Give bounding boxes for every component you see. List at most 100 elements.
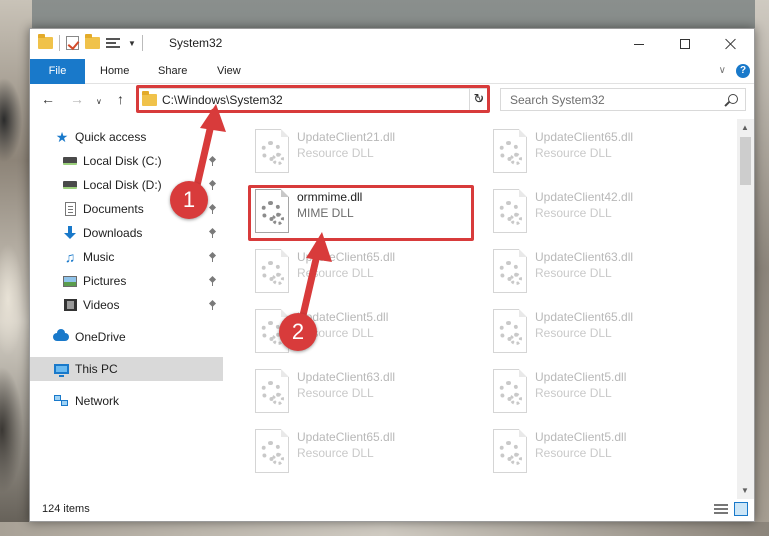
search-icon[interactable] — [728, 94, 738, 104]
dll-file-icon — [493, 129, 527, 173]
sidebar-item-pictures[interactable]: Pictures — [30, 269, 223, 293]
tab-file[interactable]: File — [30, 59, 85, 84]
tab-view[interactable]: View — [217, 59, 241, 84]
file-name: UpdateClient65.dll — [297, 430, 396, 444]
file-item[interactable]: UpdateClient65.dll Resource DLL — [251, 423, 481, 479]
window-title: System32 — [169, 36, 223, 50]
sidebar-item-music[interactable]: ♫ Music — [30, 245, 223, 269]
back-arrow-icon[interactable]: ← — [41, 91, 55, 107]
star-icon: ★ — [55, 128, 69, 145]
sidebar-item-local-disk-c[interactable]: Local Disk (C:) — [30, 149, 223, 173]
file-item[interactable]: UpdateClient42.dll Resource DLL — [489, 183, 719, 239]
pin-icon[interactable] — [209, 181, 217, 190]
file-highlight-box — [248, 185, 474, 241]
pc-icon — [53, 361, 69, 377]
file-item[interactable]: UpdateClient63.dll Resource DLL — [251, 363, 481, 419]
dll-file-icon — [493, 369, 527, 413]
up-arrow-icon[interactable]: ↑ — [117, 91, 124, 107]
network-icon — [53, 393, 69, 409]
file-item[interactable]: UpdateClient21.dll Resource DLL — [251, 123, 481, 179]
pin-icon[interactable] — [209, 301, 217, 310]
sidebar-item-this-pc[interactable]: This PC — [30, 357, 223, 381]
file-item[interactable]: UpdateClient65.dll Resource DLL — [489, 303, 719, 359]
documents-icon — [62, 201, 78, 217]
file-description: Resource DLL — [297, 146, 374, 160]
file-description: Resource DLL — [535, 266, 612, 280]
pin-icon[interactable] — [209, 205, 217, 214]
dll-file-icon — [255, 129, 289, 173]
dll-file-icon — [255, 429, 289, 473]
wallpaper-left — [0, 0, 32, 536]
maximize-button[interactable] — [662, 29, 708, 59]
title-bar: ▼ System32 — [30, 29, 754, 59]
file-name: UpdateClient63.dll — [535, 250, 634, 264]
dll-file-icon — [493, 309, 527, 353]
explorer-window: ▼ System32 File Home Share View ∨ ? ← → … — [29, 28, 755, 522]
file-description: Resource DLL — [535, 146, 612, 160]
scroll-down-icon[interactable]: ▼ — [741, 486, 749, 495]
address-highlight-box — [136, 85, 490, 113]
quick-access-toolbar: ▼ — [38, 34, 143, 51]
sidebar-item-onedrive[interactable]: OneDrive — [30, 325, 223, 349]
file-item[interactable]: UpdateClient63.dll Resource DLL — [489, 243, 719, 299]
tab-share[interactable]: Share — [158, 59, 187, 84]
expand-ribbon-icon[interactable]: ∨ — [719, 65, 726, 76]
dll-file-icon — [255, 249, 289, 293]
file-item[interactable]: UpdateClient65.dll Resource DLL — [251, 243, 481, 299]
minimize-button[interactable] — [616, 29, 662, 59]
maximize-icon — [680, 39, 690, 49]
forward-arrow-icon[interactable]: → — [70, 91, 84, 107]
minimize-icon — [634, 43, 644, 45]
tab-home[interactable]: Home — [100, 59, 129, 84]
customize-toolbar-icon[interactable] — [106, 37, 122, 50]
music-icon: ♫ — [64, 249, 76, 265]
search-input[interactable]: Search System32 — [500, 88, 746, 111]
drive-icon — [62, 153, 78, 169]
file-name: UpdateClient21.dll — [297, 130, 396, 144]
qat-dropdown-icon[interactable]: ▼ — [128, 39, 136, 48]
sidebar-item-downloads[interactable]: Downloads — [30, 221, 223, 245]
file-name: UpdateClient5.dll — [535, 430, 627, 444]
details-view-icon[interactable] — [714, 503, 728, 515]
toolbar-separator — [59, 35, 60, 51]
file-description: Resource DLL — [297, 446, 374, 460]
file-description: Resource DLL — [535, 446, 612, 460]
pin-icon[interactable] — [209, 229, 217, 238]
help-icon[interactable]: ? — [736, 64, 750, 78]
sidebar-item-network[interactable]: Network — [30, 389, 223, 413]
file-item[interactable]: UpdateClient65.dll Resource DLL — [489, 123, 719, 179]
close-icon — [725, 38, 737, 50]
pin-icon[interactable] — [209, 277, 217, 286]
file-description: Resource DLL — [535, 206, 612, 220]
pin-icon[interactable] — [209, 253, 217, 262]
drive-icon — [62, 177, 78, 193]
file-description: Resource DLL — [297, 266, 374, 280]
new-folder-icon[interactable] — [85, 34, 100, 49]
ribbon-tabs: File Home Share View ∨ ? — [30, 59, 754, 84]
file-item[interactable]: UpdateClient5.dll Resource DLL — [489, 423, 719, 479]
pictures-icon — [62, 273, 78, 289]
scrollbar-thumb[interactable] — [740, 137, 751, 185]
videos-icon — [62, 297, 78, 313]
file-description: Resource DLL — [297, 386, 374, 400]
recent-locations-icon[interactable]: ∨ — [96, 94, 102, 110]
folder-icon[interactable] — [38, 34, 53, 49]
file-item[interactable]: UpdateClient5.dll Resource DLL — [489, 363, 719, 419]
properties-check-icon[interactable] — [66, 36, 79, 50]
dll-file-icon — [255, 369, 289, 413]
close-button[interactable] — [708, 29, 754, 59]
dll-file-icon — [493, 189, 527, 233]
pin-icon[interactable] — [209, 157, 217, 166]
tiles-view-icon[interactable] — [734, 502, 748, 516]
file-description: Resource DLL — [535, 386, 612, 400]
status-bar: 124 items — [30, 499, 754, 521]
dll-file-icon — [493, 249, 527, 293]
sidebar-item-videos[interactable]: Videos — [30, 293, 223, 317]
sidebar-item-quick-access[interactable]: ★ Quick access — [30, 125, 223, 149]
file-list: UpdateClient21.dll Resource DLL UpdateCl… — [247, 119, 738, 499]
step-1-badge: 1 — [170, 181, 208, 219]
item-count: 124 items — [42, 503, 90, 515]
scroll-up-icon[interactable]: ▲ — [741, 123, 749, 132]
file-name: UpdateClient65.dll — [297, 250, 396, 264]
vertical-scrollbar[interactable]: ▲ ▼ — [737, 119, 754, 499]
